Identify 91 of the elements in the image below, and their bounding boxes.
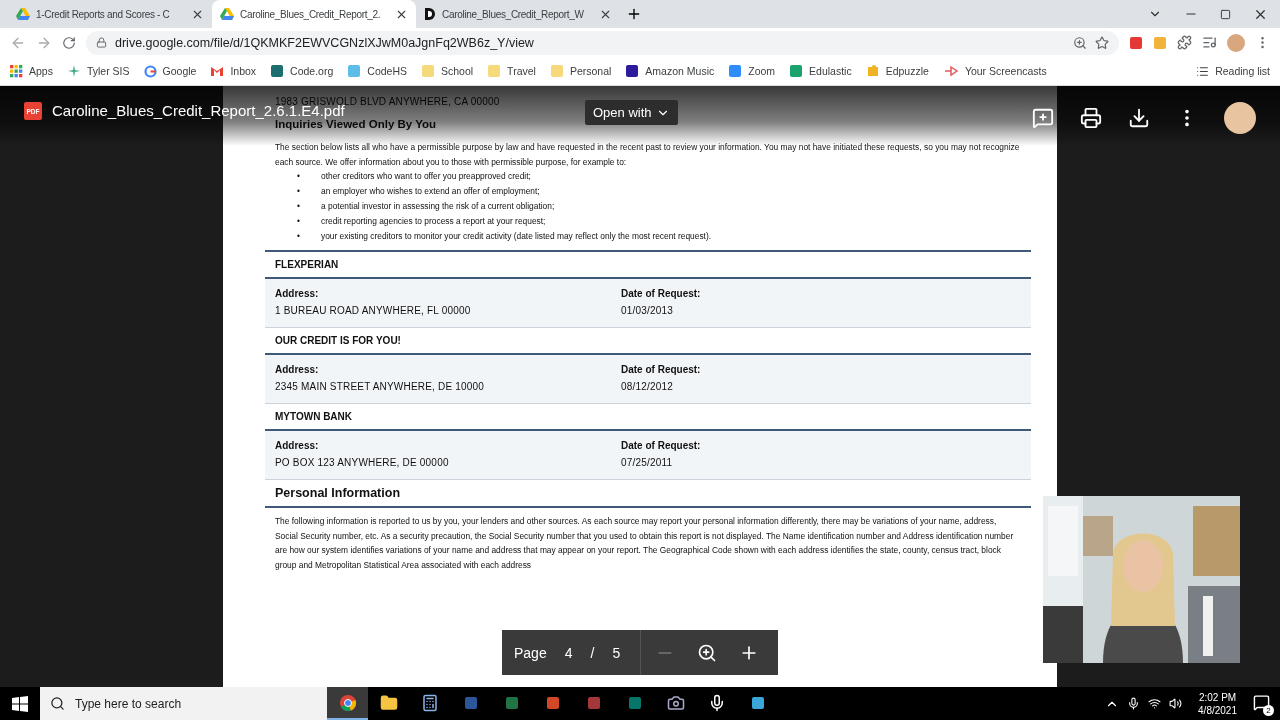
bullet-text: other creditors who want to offer you preapproved credit; xyxy=(321,170,531,183)
print-icon[interactable] xyxy=(1080,107,1102,129)
reload-icon[interactable] xyxy=(62,35,76,50)
lock-icon xyxy=(96,37,107,48)
bullet-mark: • xyxy=(297,215,301,228)
extensions-icon[interactable] xyxy=(1177,35,1192,50)
user-avatar[interactable] xyxy=(1224,102,1256,134)
taskbar-app[interactable] xyxy=(327,687,368,720)
bullet-mark: • xyxy=(297,170,301,183)
add-comment-icon[interactable] xyxy=(1032,107,1054,129)
page-separator: / xyxy=(590,644,595,661)
bookmark-link[interactable]: Your Screencasts xyxy=(942,65,1047,77)
play-arrow-icon xyxy=(942,65,959,77)
address-value: PO BOX 123 ANYWHERE, DE 00000 xyxy=(275,456,450,470)
bookmark-link[interactable]: Edpuzzle xyxy=(865,64,929,78)
browser-tab[interactable]: Caroline_Blues_Credit_Report_W xyxy=(416,0,620,28)
triangle-logo-icon xyxy=(16,8,30,20)
page-label: Page xyxy=(514,644,547,661)
bookmark-link[interactable]: Personal xyxy=(549,64,612,78)
bookmark-link[interactable]: Amazon Music xyxy=(625,64,715,78)
notifications-icon[interactable] xyxy=(1253,694,1270,711)
browser-tab[interactable]: Caroline_Blues_Credit_Report_2. xyxy=(212,0,416,28)
clock[interactable]: 2:02 PM 4/8/2021 xyxy=(1190,690,1245,717)
volume-icon[interactable] xyxy=(1169,697,1183,710)
bookmark-link[interactable]: School xyxy=(421,64,474,78)
taskbar-search-field[interactable]: Type here to search xyxy=(40,687,327,720)
bookmark-link[interactable]: Google xyxy=(143,64,197,78)
field-label: Date of Request: xyxy=(621,363,701,377)
section-paragraph: The following information is reported to us by you, your lenders and other sources. As each source may report your personal information differently, there may be variations of your name, address, Social Security number, etc. As a security precaution, the Social Security number that you used to obtain this report is not displayed. The Name identification number and Address identification number are how our system identifies variations of your name and address that may appear on your report. The Geographical Code shown with each address identifies the state, county, census tract, block group and Metropolitan Statistical Area associated with each address xyxy=(274,515,1015,572)
folder-icon xyxy=(487,64,502,78)
bullet-text: your existing creditors to monitor your credit activity (date listed may reflect only the most recent request). xyxy=(321,230,712,243)
bullet-mark: • xyxy=(297,230,301,243)
extension-icon xyxy=(1153,35,1167,50)
bullet-text: credit reporting agencies to process a report at your request; xyxy=(321,215,546,228)
field-label: Address: xyxy=(275,439,320,453)
browser-tab[interactable]: 1-Credit Reports and Scores - C xyxy=(8,0,212,28)
page-total: 5 xyxy=(612,644,621,661)
bookmark-link[interactable]: CodeHS xyxy=(347,64,407,78)
bookmark-star-icon[interactable] xyxy=(1095,35,1109,50)
page-number[interactable]: 4 xyxy=(564,644,573,661)
section-paragraph: The section below lists all who have a permissible purpose by law and have requested in the recent past to review your information. You may not have initiated these requests, so you may not recognize each source. We offer information about you to those with permissible purpose, for example to: xyxy=(274,141,1021,169)
list-icon xyxy=(1196,64,1210,78)
bullet-text: a potential investor in assessing the risk of a current obligation; xyxy=(321,200,555,213)
g-logo-icon xyxy=(143,64,157,78)
open-with-button[interactable]: Open with xyxy=(585,100,678,125)
bullet-mark: • xyxy=(297,185,301,198)
envelope-icon xyxy=(210,65,225,77)
triangle-logo-icon xyxy=(220,8,234,20)
date-value: 08/12/2012 xyxy=(621,380,675,394)
address-value: 1 BUREAU ROAD ANYWHERE, FL 00000 xyxy=(275,304,472,318)
reading-list-button[interactable]: Reading list xyxy=(1196,64,1270,78)
bullet-text: an employer who wishes to extend an offer of employment; xyxy=(321,185,540,198)
bookmark-link[interactable]: Apps xyxy=(10,64,53,78)
notification-count: 2 xyxy=(1263,705,1274,716)
network-icon[interactable] xyxy=(1148,697,1162,710)
apps-grid-icon xyxy=(10,64,23,78)
restore-icon[interactable] xyxy=(1220,8,1231,20)
extension-icon xyxy=(1129,35,1143,50)
bookmark-link[interactable]: Inbox xyxy=(210,65,257,77)
browser-logo-icon xyxy=(338,693,357,712)
download-icon[interactable] xyxy=(1128,107,1150,129)
camera-icon xyxy=(666,693,685,712)
field-label: Date of Request: xyxy=(621,287,701,301)
bookmark-link[interactable]: Tyler SIS xyxy=(66,64,130,78)
field-label: Address: xyxy=(275,363,320,377)
folder-icon xyxy=(379,693,398,712)
search-icon xyxy=(50,696,65,711)
zoom-icon[interactable] xyxy=(697,642,718,663)
new-tab-icon[interactable] xyxy=(626,6,642,22)
puzzle-piece-icon xyxy=(865,64,880,78)
address-value: 2345 MAIN STREET ANYWHERE, DE 10000 xyxy=(275,380,486,394)
microphone-icon[interactable] xyxy=(1127,697,1141,710)
bookmark-link[interactable]: Zoom xyxy=(728,64,776,78)
letter-d-icon xyxy=(424,7,436,21)
date-value: 01/03/2013 xyxy=(621,304,675,318)
folder-icon xyxy=(421,64,435,78)
zoom-icon[interactable] xyxy=(1073,35,1087,50)
bookmark-link[interactable]: Code.org xyxy=(270,64,334,78)
media-icon[interactable] xyxy=(1202,35,1217,50)
section-heading: Personal Information xyxy=(265,480,1031,508)
bullet-mark: • xyxy=(297,200,301,213)
folder-icon xyxy=(549,64,564,78)
bookmark-link[interactable]: Travel xyxy=(487,64,536,78)
date-value: 07/25/2011 xyxy=(621,456,674,470)
windows-logo-icon[interactable] xyxy=(12,695,28,712)
calculator-icon xyxy=(420,693,439,712)
bookmark-link[interactable]: Edulastic xyxy=(789,64,852,78)
address-bar[interactable]: drive.google.com/file/d/1QKMKF2EWVCGNzlXJwM0aJgnFq2WB6z_Y/view xyxy=(86,30,1119,55)
field-label: Address: xyxy=(275,287,320,301)
field-label: Date of Request: xyxy=(621,439,701,453)
url-text: drive.google.com/file/d/1QKMKF2EWVCGNzlXJwM0aJgnFq2WB6z_Y/view xyxy=(115,35,535,50)
